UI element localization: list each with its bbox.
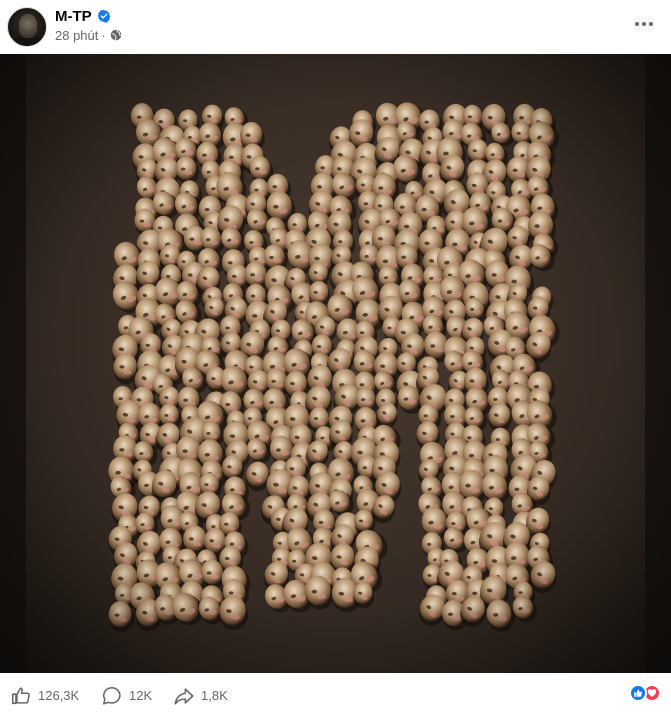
like-button[interactable]: 126,3K [10,681,79,711]
share-count: 1,8K [201,688,228,703]
post-header: M-TP 28 phút · [0,0,671,54]
reaction-summary[interactable] [629,684,661,702]
share-button[interactable]: 1,8K [173,681,228,711]
comment-button[interactable]: 12K [101,681,152,711]
author-avatar[interactable] [7,7,47,47]
like-count: 126,3K [38,688,80,703]
post-meta: 28 phút · [55,27,122,43]
post-actions-bar: 126,3K 12K 1,8K [0,673,671,718]
comment-icon [102,686,121,705]
post-image[interactable] [0,54,671,673]
more-options-dot [642,22,646,26]
verified-badge-icon [97,9,111,23]
more-options-dot [649,22,653,26]
like-icon [11,686,30,704]
author-name[interactable]: M-TP [55,8,92,25]
share-icon [174,687,194,705]
image-vignette [0,54,671,673]
meta-separator: · [101,27,106,43]
like-reaction-icon [629,684,647,702]
post-timestamp[interactable]: 28 phút [55,28,98,43]
avatar-silhouette-face [19,14,37,38]
author-row: M-TP [55,6,111,26]
more-options-dot [635,22,639,26]
comment-count: 12K [129,688,153,703]
letter-m-artwork [0,54,671,673]
globe-icon [110,29,122,41]
more-options-button[interactable] [629,12,659,36]
